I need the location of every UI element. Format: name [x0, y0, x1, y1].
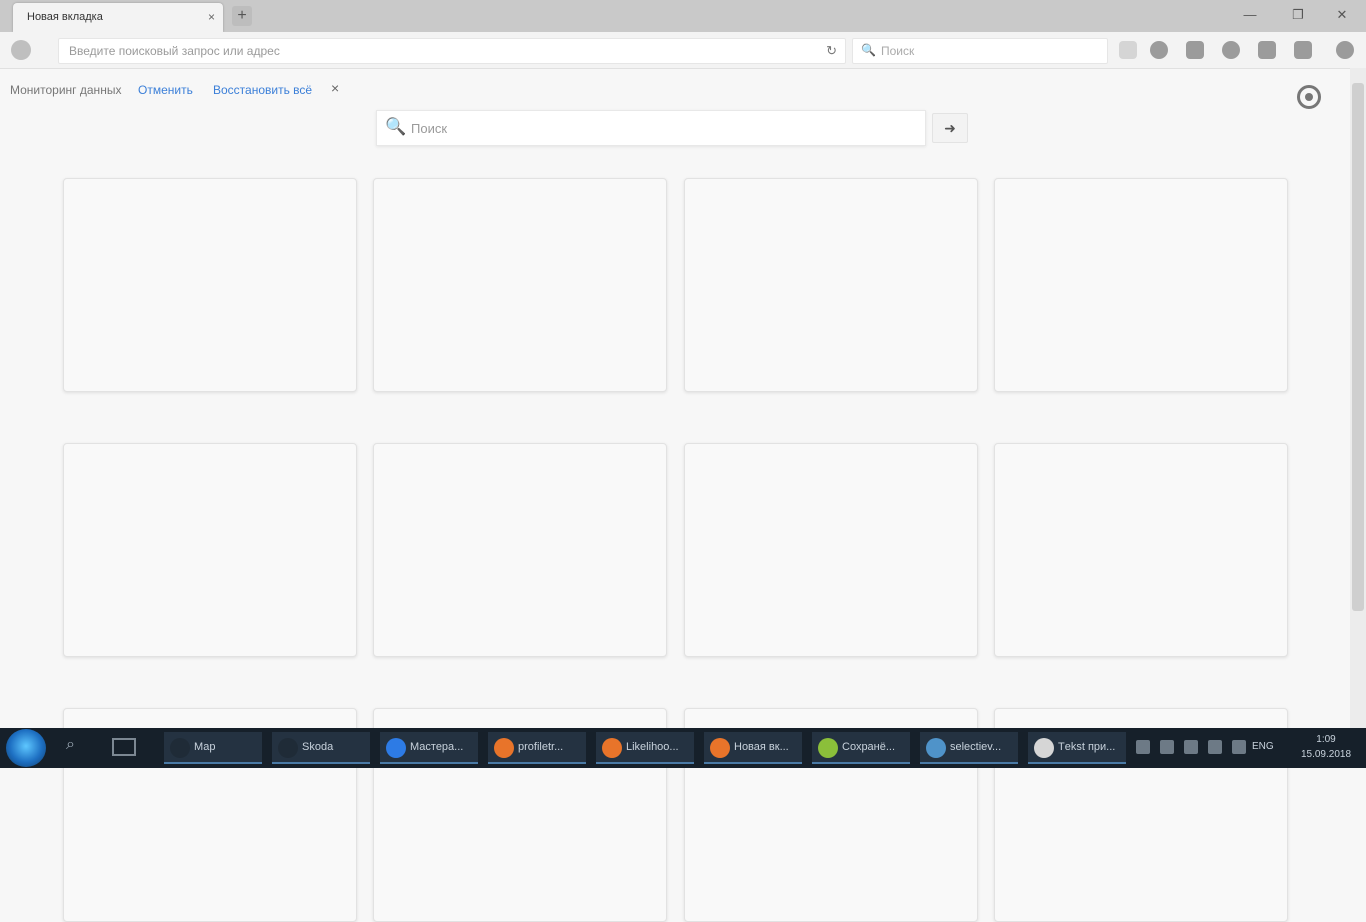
page-search-placeholder: Поиск: [411, 121, 448, 136]
app-icon: [710, 738, 730, 758]
top-site-tile[interactable]: [373, 178, 667, 392]
app-icon: [818, 738, 838, 758]
taskbar-item-label: Мастера...: [410, 741, 464, 753]
taskbar-item[interactable]: Мастера...: [380, 732, 478, 764]
top-site-tile[interactable]: [994, 443, 1288, 657]
start-button[interactable]: [6, 729, 46, 767]
taskbar-item[interactable]: Новая вк...: [704, 732, 802, 764]
notification-close-icon[interactable]: ×: [331, 80, 339, 96]
minimize-button[interactable]: —: [1236, 4, 1264, 26]
scrollbar-thumb[interactable]: [1352, 83, 1364, 611]
taskbar-item[interactable]: Сохранё...: [812, 732, 910, 764]
browser-window: Новая вкладка × + — ❐ ✕ Введите поисковы…: [0, 0, 1366, 922]
browser-search-input[interactable]: 🔍 Поиск: [852, 38, 1108, 64]
tab-new-tab[interactable]: Новая вкладка ×: [13, 3, 223, 32]
notification-undo-link[interactable]: Отменить: [138, 83, 193, 97]
taskbar-item-label: Новая вк...: [734, 741, 789, 753]
page-search-go-button[interactable]: ➜: [932, 113, 968, 143]
search-icon: 🔍: [861, 43, 876, 57]
back-icon[interactable]: [11, 40, 31, 60]
download-icon[interactable]: [1222, 41, 1240, 59]
taskbar-item-label: Tеkst при...: [1058, 741, 1116, 753]
taskbar-item[interactable]: Skoda: [272, 732, 370, 764]
language-indicator[interactable]: ENG: [1252, 741, 1274, 752]
tray-arrow-icon[interactable]: [1136, 740, 1150, 754]
taskbar-item-label: profiletr...: [518, 741, 564, 753]
taskbar-item-label: Сохранё...: [842, 741, 896, 753]
app-icon: [494, 738, 514, 758]
notification-restore-link[interactable]: Восстановить всё: [213, 83, 312, 97]
page-search-input[interactable]: 🔍 Поиск: [376, 110, 926, 146]
app-icon: [926, 738, 946, 758]
app-icon: [1034, 738, 1054, 758]
taskbar-search-icon[interactable]: ⌕: [66, 736, 75, 754]
taskbar-item[interactable]: selectiev...: [920, 732, 1018, 764]
clock-date: 15.09.2018: [1300, 749, 1352, 760]
bookmark-star-icon[interactable]: [1119, 41, 1137, 59]
top-site-tile[interactable]: [373, 443, 667, 657]
taskbar-item[interactable]: Tеkst при...: [1028, 732, 1126, 764]
home-icon[interactable]: [1258, 41, 1276, 59]
gear-icon[interactable]: [1297, 85, 1321, 109]
address-placeholder: Введите поисковый запрос или адрес: [69, 44, 280, 58]
top-site-tile[interactable]: [994, 178, 1288, 392]
maximize-button[interactable]: ❐: [1284, 4, 1312, 26]
reload-icon[interactable]: ↻: [826, 43, 837, 59]
battery-icon[interactable]: [1208, 740, 1222, 754]
clock[interactable]: 1:09 15.09.2018: [1294, 732, 1358, 762]
app-icon: [278, 738, 298, 758]
search-icon: 🔍: [385, 117, 407, 136]
network-icon[interactable]: [1160, 740, 1174, 754]
app-icon: [386, 738, 406, 758]
top-site-tile[interactable]: [63, 443, 357, 657]
taskbar-item[interactable]: Мар: [164, 732, 262, 764]
tab-strip: Новая вкладка × + — ❐ ✕: [0, 0, 1366, 32]
taskbar-item-label: Likelihoo...: [626, 741, 679, 753]
tab-title: Новая вкладка: [27, 11, 103, 23]
taskbar-item[interactable]: Likelihoo...: [596, 732, 694, 764]
notification-text: Мониторинг данных: [10, 83, 122, 97]
menu-icon[interactable]: [1336, 41, 1354, 59]
close-window-button[interactable]: ✕: [1328, 4, 1356, 26]
scrollbar[interactable]: [1350, 68, 1366, 728]
volume-icon[interactable]: [1184, 740, 1198, 754]
new-tab-button[interactable]: +: [232, 6, 252, 26]
app-icon: [170, 738, 190, 758]
notification-icon[interactable]: [1232, 740, 1246, 754]
top-site-tile[interactable]: [684, 178, 978, 392]
nav-bar: Введите поисковый запрос или адрес ↻ 🔍 П…: [0, 32, 1366, 69]
clock-time: 1:09: [1316, 734, 1336, 745]
taskbar-item[interactable]: profiletr...: [488, 732, 586, 764]
extension-icon[interactable]: [1294, 41, 1312, 59]
tab-close-icon[interactable]: ×: [208, 10, 215, 24]
address-bar[interactable]: Введите поисковый запрос или адрес ↻: [58, 38, 846, 64]
search-placeholder: Поиск: [881, 44, 915, 58]
library-icon[interactable]: [1186, 41, 1204, 59]
reader-icon[interactable]: [1150, 41, 1168, 59]
task-view-icon[interactable]: [112, 738, 136, 756]
top-site-tile[interactable]: [684, 443, 978, 657]
app-icon: [602, 738, 622, 758]
taskbar-item-label: selectiev...: [950, 741, 1002, 753]
taskbar-item-label: Skoda: [302, 741, 334, 753]
taskbar: ⌕ Мар Skoda Мастера... profiletr... Likeliho…: [0, 728, 1366, 768]
top-site-tile[interactable]: [63, 178, 357, 392]
taskbar-item-label: Мар: [194, 741, 216, 753]
